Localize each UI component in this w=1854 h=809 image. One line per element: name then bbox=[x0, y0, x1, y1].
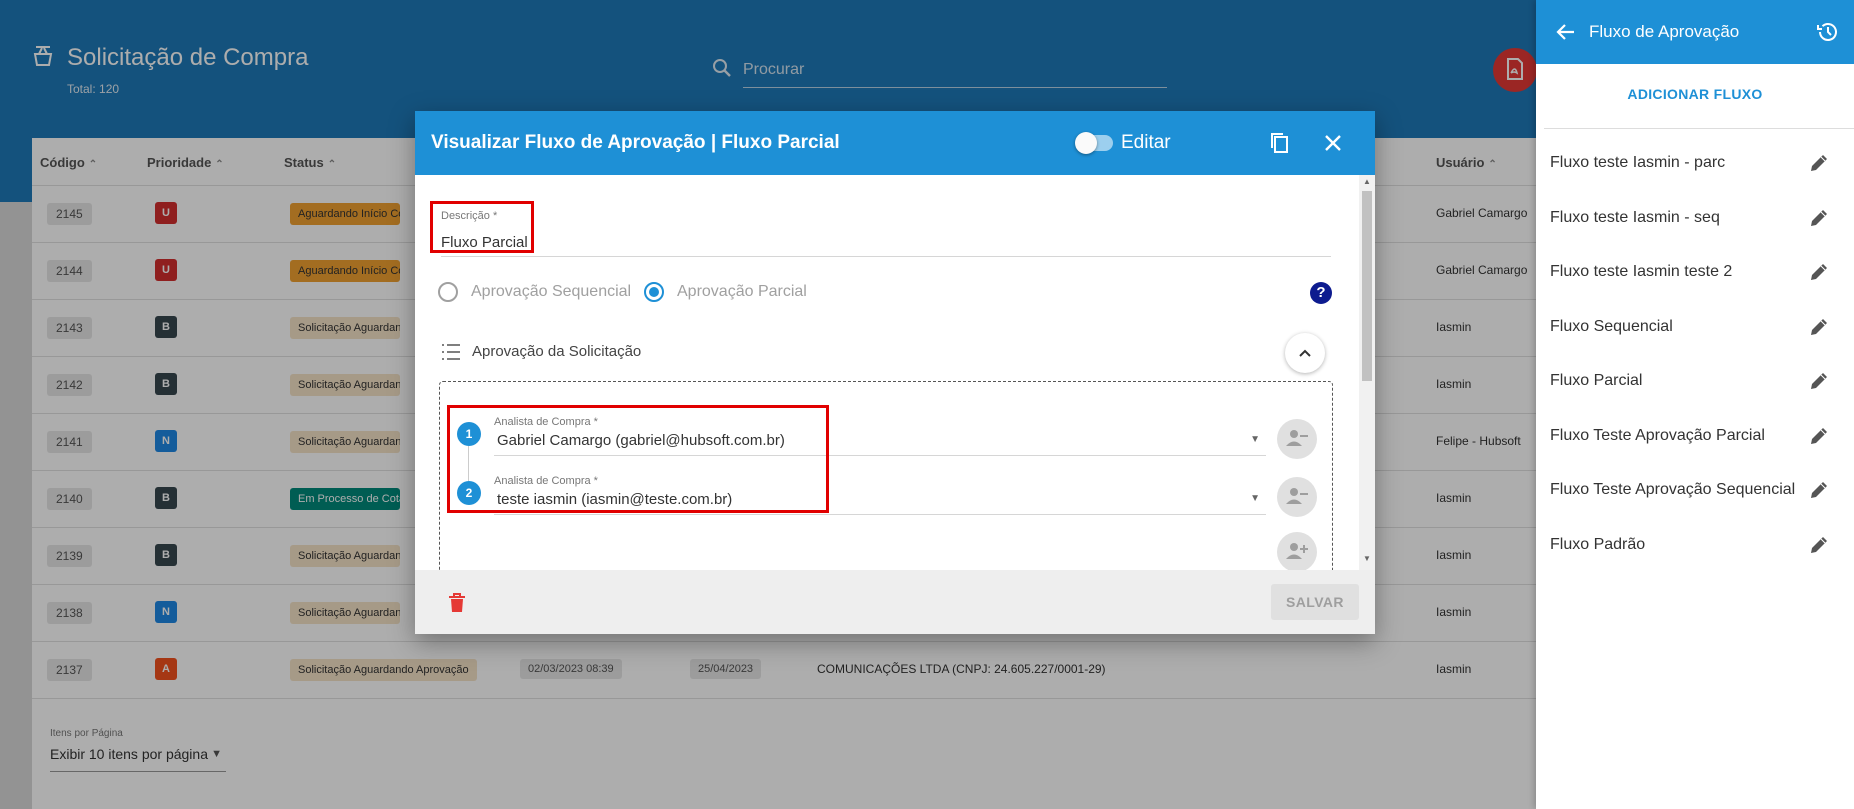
delete-icon[interactable] bbox=[448, 593, 466, 613]
analyst-value: teste iasmin (iasmin@teste.com.br) bbox=[497, 491, 733, 508]
person-remove-icon bbox=[1286, 487, 1308, 504]
edit-pencil-icon[interactable] bbox=[1808, 370, 1830, 392]
edit-pencil-icon[interactable] bbox=[1808, 152, 1830, 174]
help-icon[interactable]: ? bbox=[1310, 282, 1332, 304]
save-button[interactable]: SALVAR bbox=[1271, 584, 1359, 620]
step-number: 1 bbox=[457, 422, 481, 446]
remove-analyst-button[interactable] bbox=[1277, 477, 1317, 517]
collapse-button[interactable] bbox=[1285, 333, 1325, 373]
edit-pencil-icon[interactable] bbox=[1808, 316, 1830, 338]
dialog-body: Descrição * Aprovação Sequencial Aprovaç… bbox=[415, 175, 1359, 570]
analyst-value: Gabriel Camargo (gabriel@hubsoft.com.br) bbox=[497, 432, 785, 449]
toggle-knob bbox=[1075, 132, 1097, 154]
add-analyst-button[interactable] bbox=[1277, 532, 1317, 570]
radio-sequential-label: Aprovação Sequencial bbox=[471, 283, 632, 300]
flow-name: Fluxo Teste Aprovação Parcial bbox=[1550, 426, 1765, 444]
flow-list-item[interactable]: Fluxo teste Iasmin teste 2 bbox=[1536, 246, 1854, 300]
flow-name: Fluxo Teste Aprovação Sequencial bbox=[1550, 481, 1796, 498]
dialog-header: Visualizar Fluxo de Aprovação | Fluxo Pa… bbox=[415, 111, 1375, 175]
flow-name: Fluxo teste Iasmin - parc bbox=[1550, 154, 1726, 171]
analyst-select[interactable]: Gabriel Camargo (gabriel@hubsoft.com.br)… bbox=[494, 430, 1266, 456]
divider bbox=[1544, 128, 1854, 129]
edit-pencil-icon[interactable] bbox=[1808, 207, 1830, 229]
flow-list-item[interactable]: Fluxo Sequencial bbox=[1536, 301, 1854, 355]
caret-down-icon: ▼ bbox=[1250, 493, 1260, 504]
dialog-scrollbar[interactable]: ▲ ▼ bbox=[1359, 175, 1375, 570]
step-number: 2 bbox=[457, 481, 481, 505]
analyst-label: Analista de Compra * bbox=[494, 475, 598, 487]
copy-icon[interactable] bbox=[1268, 131, 1292, 155]
chevron-up-icon bbox=[1299, 349, 1311, 357]
panel-title: Fluxo de Aprovação bbox=[1589, 22, 1740, 41]
radio-partial[interactable] bbox=[644, 282, 664, 302]
dialog-footer: SALVAR bbox=[415, 570, 1375, 634]
caret-down-icon: ▼ bbox=[1250, 434, 1260, 445]
flow-list-item[interactable]: Fluxo Teste Aprovação Sequencial bbox=[1536, 464, 1854, 518]
flow-name: Fluxo Sequencial bbox=[1550, 317, 1673, 335]
edit-pencil-icon[interactable] bbox=[1808, 261, 1830, 283]
list-icon bbox=[442, 344, 460, 360]
scroll-up-icon[interactable]: ▲ bbox=[1363, 177, 1371, 186]
flow-list-item[interactable]: Fluxo teste Iasmin - seq bbox=[1536, 192, 1854, 246]
edit-toggle-label: Editar bbox=[1121, 132, 1171, 153]
radio-sequential[interactable] bbox=[438, 282, 458, 302]
close-icon[interactable] bbox=[1321, 131, 1345, 155]
radio-partial-label: Aprovação Parcial bbox=[677, 283, 807, 300]
flow-list-item[interactable]: Fluxo teste Iasmin - parc bbox=[1536, 137, 1854, 191]
flow-list-item[interactable]: Fluxo Parcial bbox=[1536, 355, 1854, 409]
section-title: Aprovação da Solicitação bbox=[472, 343, 642, 360]
edit-pencil-icon[interactable] bbox=[1808, 479, 1830, 501]
analyst-select[interactable]: teste iasmin (iasmin@teste.com.br) ▼ bbox=[494, 489, 1266, 515]
edit-pencil-icon[interactable] bbox=[1808, 425, 1830, 447]
flow-list-item[interactable]: Fluxo Teste Aprovação Parcial bbox=[1536, 410, 1854, 464]
history-icon[interactable] bbox=[1816, 20, 1840, 44]
scrollbar-thumb[interactable] bbox=[1362, 191, 1372, 381]
person-add-icon bbox=[1286, 542, 1308, 559]
approval-flow-dialog: Visualizar Fluxo de Aprovação | Fluxo Pa… bbox=[415, 111, 1375, 634]
approval-flow-panel: Fluxo de Aprovação ADICIONAR FLUXO Fluxo… bbox=[1536, 0, 1854, 809]
remove-analyst-button[interactable] bbox=[1277, 419, 1317, 459]
flow-name: Fluxo Padrão bbox=[1550, 535, 1646, 553]
edit-toggle[interactable] bbox=[1075, 132, 1113, 154]
flow-list-item[interactable]: Fluxo Padrão bbox=[1536, 519, 1854, 573]
flow-name: Fluxo teste Iasmin - seq bbox=[1550, 208, 1720, 226]
flow-name: Fluxo teste Iasmin teste 2 bbox=[1550, 263, 1733, 280]
panel-header: Fluxo de Aprovação bbox=[1536, 0, 1854, 64]
add-flow-button[interactable]: ADICIONAR FLUXO bbox=[1536, 86, 1854, 102]
edit-pencil-icon[interactable] bbox=[1808, 534, 1830, 556]
person-remove-icon bbox=[1286, 429, 1308, 446]
description-label: Descrição * bbox=[441, 210, 498, 222]
scroll-down-icon[interactable]: ▼ bbox=[1363, 554, 1371, 563]
step-connector bbox=[468, 446, 469, 481]
arrow-back-icon[interactable] bbox=[1554, 20, 1578, 44]
dialog-title: Visualizar Fluxo de Aprovação | Fluxo Pa… bbox=[431, 132, 840, 153]
flow-name: Fluxo Parcial bbox=[1550, 372, 1643, 389]
analyst-label: Analista de Compra * bbox=[494, 416, 598, 428]
description-field[interactable] bbox=[441, 229, 1331, 257]
